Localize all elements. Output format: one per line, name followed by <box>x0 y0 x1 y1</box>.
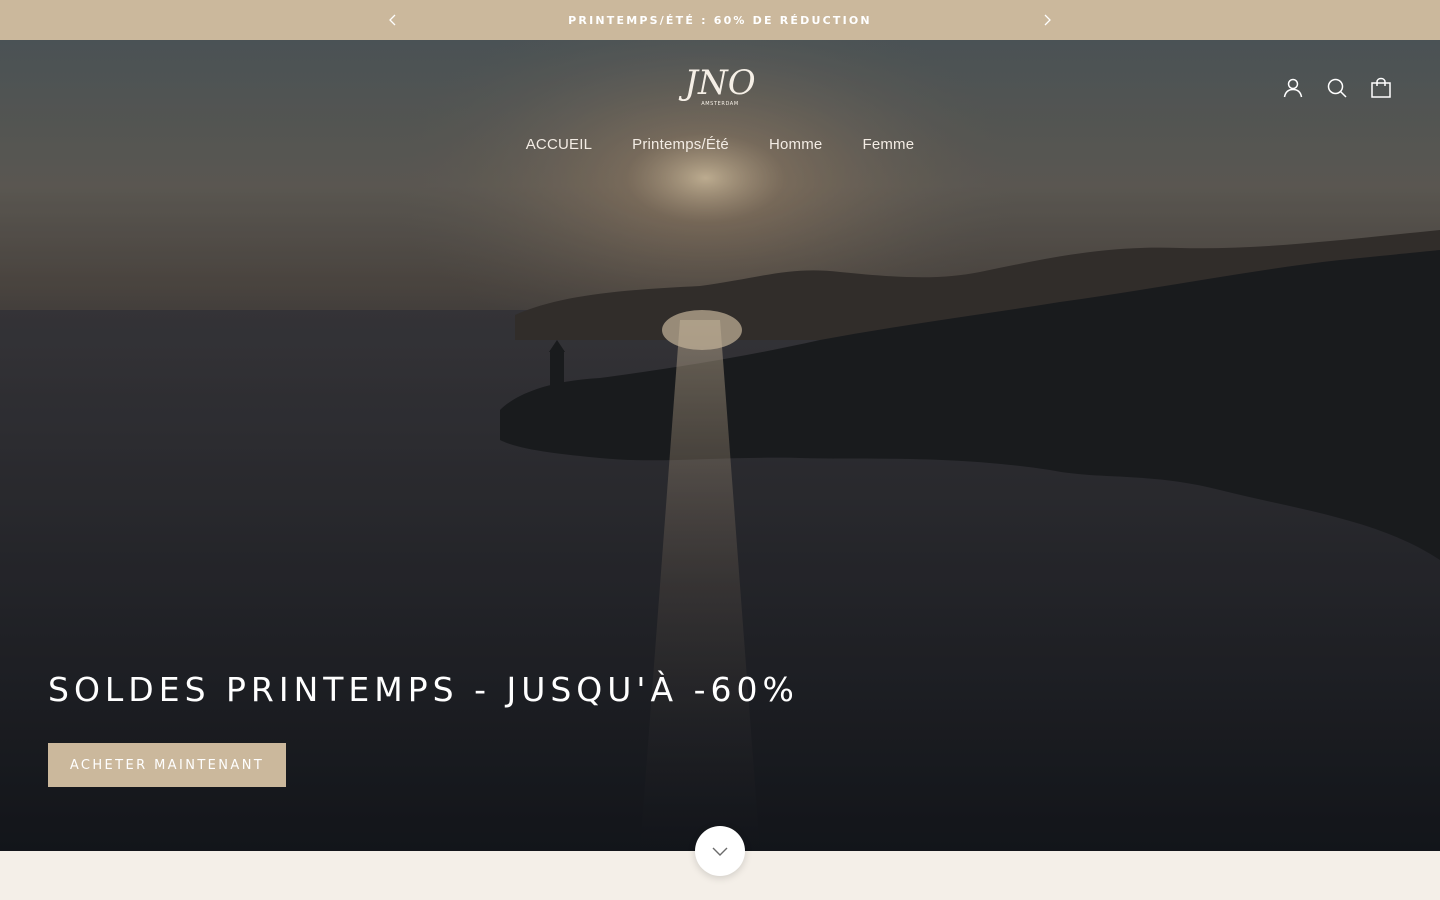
nav-item-accueil[interactable]: ACCUEIL <box>526 136 592 153</box>
chevron-left-icon[interactable] <box>385 12 401 28</box>
announcement-text[interactable]: PRINTEMPS/ÉTÉ : 60% DE RÉDUCTION <box>568 14 872 27</box>
brand-logo[interactable]: JNO AMSTERDAM <box>670 62 770 108</box>
hero-banner: JNO AMSTERDAM ACCUEIL Printemps/Été Homm… <box>0 40 1440 851</box>
hero-title: SOLDES PRINTEMPS - JUSQU'À -60% <box>48 670 799 709</box>
nav-item-femme[interactable]: Femme <box>862 136 914 153</box>
cart-icon[interactable] <box>1370 76 1392 100</box>
account-icon[interactable] <box>1282 76 1304 100</box>
search-icon[interactable] <box>1326 76 1348 100</box>
logo-wordmark: JNO <box>678 63 755 103</box>
header-actions <box>1282 76 1392 100</box>
hero-background-image <box>0 40 1440 851</box>
nav-item-printemps-ete[interactable]: Printemps/Été <box>632 136 729 153</box>
main-navigation: ACCUEIL Printemps/Été Homme Femme <box>0 136 1440 153</box>
nav-item-homme[interactable]: Homme <box>769 136 823 153</box>
chevron-right-icon[interactable] <box>1039 12 1055 28</box>
scroll-down-button[interactable] <box>695 826 745 876</box>
chevron-down-icon <box>711 842 729 861</box>
logo-subtext: AMSTERDAM <box>701 101 739 107</box>
shop-now-button[interactable]: ACHETER MAINTENANT <box>48 743 286 787</box>
announcement-bar: PRINTEMPS/ÉTÉ : 60% DE RÉDUCTION <box>0 0 1440 40</box>
